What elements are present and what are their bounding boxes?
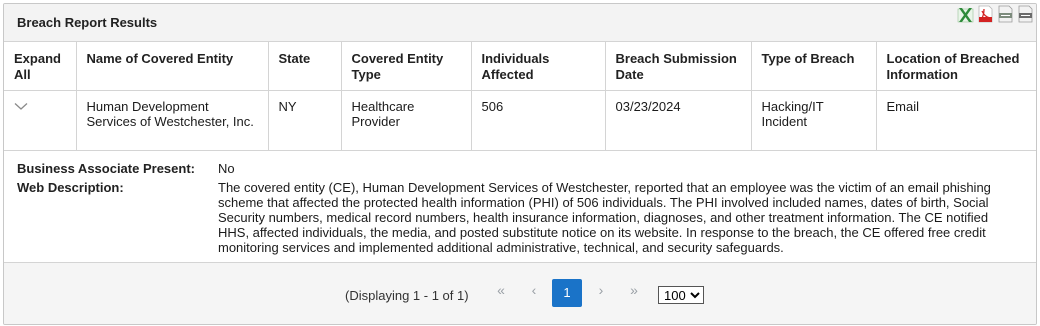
last-page-button[interactable]: » [624, 282, 644, 298]
excel-export-icon[interactable] [957, 5, 974, 23]
page-size-select[interactable]: 100 [658, 285, 704, 304]
table-row: Human Development Services of Westcheste… [4, 90, 1036, 151]
cell-individuals-affected: 506 [471, 90, 606, 151]
cell-entity-type: Healthcare Provider [341, 90, 472, 151]
results-table: Expand All Name of Covered Entity State … [4, 42, 1036, 151]
row-details: Business Associate Present: No Web Descr… [4, 151, 1036, 263]
panel-title: Breach Report Results [17, 15, 158, 30]
previous-page-button[interactable]: ‹ [524, 282, 544, 298]
column-header-breach-type[interactable]: Type of Breach [751, 42, 877, 91]
panel-header: Breach Report Results [4, 4, 1036, 42]
column-header-entity-type[interactable]: Covered Entity Type [341, 42, 472, 91]
expand-all-link[interactable]: Expand All [4, 42, 77, 91]
first-page-button[interactable]: « [491, 282, 511, 298]
column-header-state[interactable]: State [268, 42, 342, 91]
xml-export-icon[interactable] [1017, 5, 1034, 23]
table-header-row: Expand All Name of Covered Entity State … [4, 42, 1036, 91]
business-associate-value: No [218, 160, 235, 176]
row-toggle-cell[interactable] [4, 90, 77, 151]
cell-location: Email [876, 90, 1036, 151]
column-header-location[interactable]: Location of Breached Information [876, 42, 1036, 91]
breach-report-panel: Breach Report Results Expand All Name of… [3, 3, 1037, 325]
chevron-down-icon[interactable] [14, 102, 28, 111]
cell-entity-name: Human Development Services of Westcheste… [76, 90, 269, 151]
column-header-submission-date[interactable]: Breach Submission Date [605, 42, 752, 91]
export-toolbar [957, 5, 1034, 23]
web-description-text: The covered entity (CE), Human Developme… [218, 179, 991, 255]
csv-export-icon[interactable] [997, 5, 1014, 23]
pagination-info: (Displaying 1 - 1 of 1) [345, 287, 469, 303]
business-associate-label: Business Associate Present: [17, 160, 195, 176]
cell-breach-type: Hacking/IT Incident [751, 90, 877, 151]
pagination-bar: (Displaying 1 - 1 of 1) « ‹ 1 › » 100 [4, 262, 1036, 324]
next-page-button[interactable]: › [591, 282, 611, 298]
cell-submission-date: 03/23/2024 [605, 90, 752, 151]
cell-state: NY [268, 90, 342, 151]
web-description-label: Web Description: [17, 179, 124, 195]
current-page-button[interactable]: 1 [552, 278, 582, 307]
column-header-name[interactable]: Name of Covered Entity [76, 42, 269, 91]
pdf-export-icon[interactable] [977, 5, 994, 23]
column-header-individuals-affected[interactable]: Individuals Affected [471, 42, 606, 91]
